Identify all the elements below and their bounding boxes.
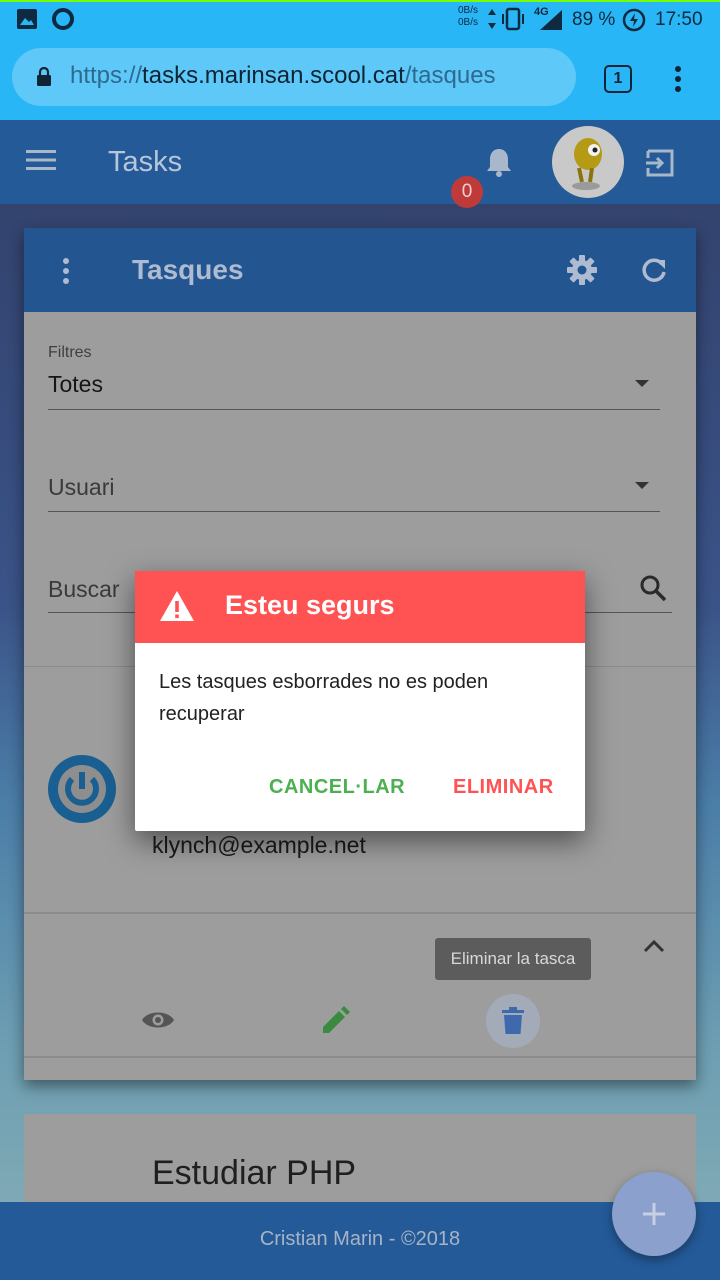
user-dropdown-arrow-icon[interactable] — [635, 482, 649, 489]
card-header: Tasques — [24, 228, 696, 312]
signal-icon — [540, 10, 562, 30]
user-underline — [48, 511, 660, 512]
data-transfer-icon — [488, 9, 496, 29]
hamburger-menu-icon[interactable] — [26, 148, 56, 172]
filter-underline — [48, 409, 660, 410]
battery-percent: 89 % — [572, 9, 616, 30]
warning-icon — [160, 591, 194, 621]
task-user-email: klynch@example.net — [152, 832, 366, 858]
image-notification-icon — [17, 9, 37, 29]
vibrate-icon — [502, 7, 524, 31]
url-path: /tasques — [404, 62, 496, 89]
clock: 17:50 — [655, 9, 703, 30]
power-avatar-icon — [48, 755, 116, 823]
logout-icon[interactable] — [644, 148, 676, 178]
chevron-up-icon[interactable] — [643, 939, 665, 953]
search-icon[interactable] — [638, 573, 668, 603]
task-name: Estudiar PHP — [152, 1154, 357, 1192]
filter-select[interactable]: Totes — [48, 371, 103, 398]
address-bar[interactable]: https://tasks.marinsan.scool.cat/tasques — [12, 48, 576, 106]
battery-charging-icon — [622, 8, 646, 32]
status-bar: 0B/s 0B/s 4G 89 % 17:50 — [0, 0, 720, 38]
circle-notification-icon — [52, 8, 74, 30]
browser-menu-icon[interactable] — [670, 64, 686, 94]
app-title: Tasks — [108, 146, 183, 178]
divider — [24, 912, 696, 914]
add-task-button[interactable] — [612, 1172, 696, 1256]
net-up-text: 0B/s — [458, 5, 479, 16]
url-protocol: https:// — [70, 62, 143, 89]
cancel-button[interactable]: CANCEL·LAR — [269, 776, 405, 799]
confirm-delete-dialog: Esteu segurs Les tasques esborrades no e… — [135, 571, 585, 831]
search-input[interactable]: Buscar — [48, 576, 120, 603]
view-eye-icon[interactable] — [141, 1008, 175, 1032]
avatar-image — [572, 138, 602, 190]
browser-toolbar: https://tasks.marinsan.scool.cat/tasques… — [0, 38, 720, 120]
filter-dropdown-arrow-icon[interactable] — [635, 380, 649, 387]
footer-text: Cristian Marin - ©2018 — [259, 1228, 461, 1250]
url-text: https://tasks.marinsan.scool.cat/tasques — [70, 62, 496, 90]
network-speed: 0B/s 0B/s — [458, 5, 478, 29]
notification-badge: 0 — [451, 176, 483, 208]
task-card: Estudiar PHP — [24, 1114, 696, 1214]
settings-gear-icon[interactable] — [566, 254, 598, 286]
net-down-text: 0B/s — [458, 17, 479, 28]
delete-confirm-button[interactable]: ELIMINAR — [453, 776, 554, 799]
dialog-message: Les tasques esborrades no es poden recup… — [159, 671, 489, 725]
lock-icon — [37, 67, 51, 86]
divider — [24, 1056, 696, 1058]
card-title: Tasques — [132, 254, 244, 285]
avatar[interactable] — [552, 126, 624, 198]
dialog-header: Esteu segurs — [135, 571, 585, 643]
bell-icon[interactable] — [484, 146, 514, 178]
filter-label: Filtres — [48, 344, 92, 361]
refresh-icon[interactable] — [640, 256, 668, 284]
delete-task-button[interactable] — [486, 994, 540, 1048]
plus-icon — [643, 1203, 665, 1225]
dialog-title: Esteu segurs — [225, 590, 395, 620]
edit-pencil-icon[interactable] — [320, 1006, 350, 1036]
tab-switcher-button[interactable]: 1 — [604, 65, 632, 93]
trash-icon — [502, 1007, 524, 1034]
user-select[interactable]: Usuari — [48, 474, 114, 501]
url-host: tasks.marinsan.scool.cat — [142, 62, 405, 89]
delete-tooltip: Eliminar la tasca — [435, 938, 591, 980]
card-menu-icon[interactable] — [60, 258, 72, 284]
